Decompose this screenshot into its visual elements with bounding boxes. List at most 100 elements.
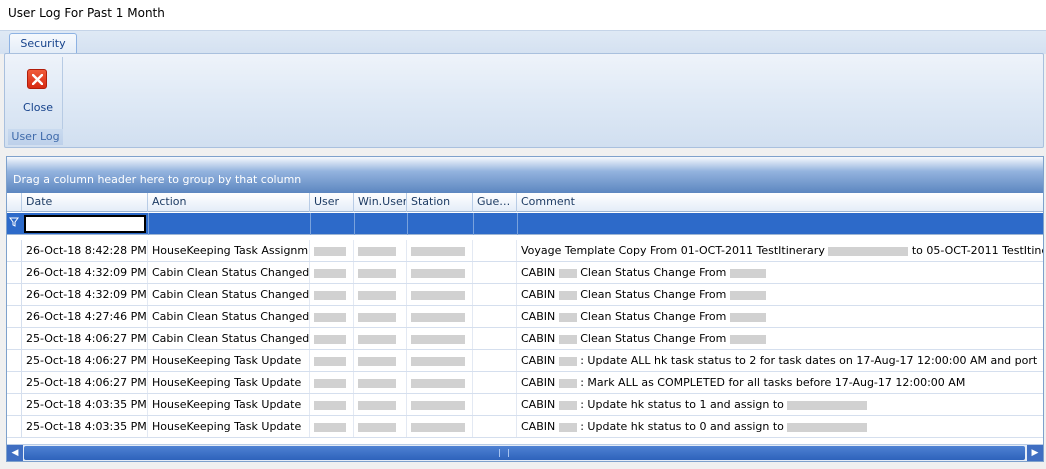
scroll-grip-icon [499, 449, 509, 457]
row-indicator [7, 306, 22, 327]
column-header-action[interactable]: Action [148, 193, 310, 212]
cell-win-user-redacted [354, 350, 407, 371]
column-header-date[interactable]: Date [22, 193, 148, 212]
column-header-station[interactable]: Station [407, 193, 473, 212]
cell-guest [473, 416, 517, 437]
comment-text: CABIN [521, 288, 556, 301]
cell-user-redacted [310, 262, 354, 283]
column-header-comment[interactable]: Comment [517, 193, 1043, 212]
scroll-left-arrow-icon[interactable]: ◀ [7, 445, 23, 461]
horizontal-scrollbar[interactable]: ◀ ▶ [7, 444, 1043, 461]
cell-action: Cabin Clean Status Changed [148, 284, 310, 305]
cell-user-redacted [310, 328, 354, 349]
ribbon-tab-strip: Security [0, 30, 1046, 56]
cell-date: 25-Oct-18 4:03:35 PM [22, 394, 148, 415]
filter-cell-action[interactable] [148, 213, 149, 235]
ribbon-group-label: User Log [8, 129, 63, 145]
cell-win-user-redacted [354, 328, 407, 349]
table-row[interactable]: 25-Oct-18 4:06:27 PM Cabin Clean Status … [7, 328, 1043, 350]
cell-date: 26-Oct-18 4:27:46 PM [22, 306, 148, 327]
comment-text: CABIN [521, 310, 556, 323]
cell-comment: CABIN Clean Status Change From [517, 262, 1043, 283]
cell-action: Cabin Clean Status Changed [148, 262, 310, 283]
cell-win-user-redacted [354, 416, 407, 437]
comment-text-tail: Clean Status Change From [580, 288, 727, 301]
filter-cell-user[interactable] [310, 213, 311, 235]
filter-cell-win-user[interactable] [354, 213, 355, 235]
table-row[interactable]: 25-Oct-18 4:06:27 PM HouseKeeping Task U… [7, 350, 1043, 372]
close-button[interactable]: Close [18, 67, 56, 127]
cell-station-redacted [407, 372, 473, 393]
ribbon-group-user-log: Close User Log [8, 57, 63, 145]
row-indicator [7, 372, 22, 393]
table-row[interactable]: 26-Oct-18 4:32:09 PM Cabin Clean Status … [7, 284, 1043, 306]
table-row[interactable]: 25-Oct-18 4:03:35 PM HouseKeeping Task U… [7, 394, 1043, 416]
date-filter-input[interactable] [24, 215, 146, 233]
cell-guest [473, 262, 517, 283]
cell-user-redacted [310, 240, 354, 261]
cell-user-redacted [310, 372, 354, 393]
cell-station-redacted [407, 306, 473, 327]
comment-text: CABIN [521, 398, 556, 411]
filter-icon[interactable] [9, 216, 20, 230]
comment-text-tail: Clean Status Change From [580, 310, 727, 323]
cell-win-user-redacted [354, 262, 407, 283]
row-indicator [7, 350, 22, 371]
close-icon [27, 69, 47, 89]
cell-action: HouseKeeping Task Update [148, 394, 310, 415]
cell-action: HouseKeeping Task Update [148, 416, 310, 437]
user-log-grid: Drag a column header here to group by th… [6, 156, 1044, 462]
filter-cell-station[interactable] [407, 213, 408, 235]
filter-cell-guest[interactable] [473, 213, 474, 235]
cell-comment: CABIN Clean Status Change From [517, 306, 1043, 327]
cell-win-user-redacted [354, 306, 407, 327]
cell-win-user-redacted [354, 394, 407, 415]
table-row[interactable]: 25-Oct-18 4:06:27 PM HouseKeeping Task U… [7, 372, 1043, 394]
cell-comment: Voyage Template Copy From 01-OCT-2011 Te… [517, 240, 1043, 261]
table-row[interactable]: 26-Oct-18 4:27:46 PM Cabin Clean Status … [7, 306, 1043, 328]
filter-cell-comment[interactable] [517, 213, 518, 235]
row-indicator [7, 284, 22, 305]
cell-station-redacted [407, 284, 473, 305]
scroll-right-arrow-icon[interactable]: ▶ [1027, 445, 1043, 461]
comment-text: CABIN [521, 376, 556, 389]
table-row[interactable]: 26-Oct-18 8:42:28 PM HouseKeeping Task A… [7, 240, 1043, 262]
cell-win-user-redacted [354, 240, 407, 261]
cell-user-redacted [310, 284, 354, 305]
cell-action: HouseKeeping Task Update [148, 350, 310, 371]
cell-station-redacted [407, 416, 473, 437]
cell-station-redacted [407, 240, 473, 261]
cell-action: Cabin Clean Status Changed [148, 328, 310, 349]
cell-station-redacted [407, 350, 473, 371]
cell-date: 25-Oct-18 4:06:27 PM [22, 328, 148, 349]
cell-comment: CABIN : Update hk status to 1 and assign… [517, 394, 1043, 415]
cell-guest [473, 394, 517, 415]
ribbon-panel: Close User Log [4, 53, 1044, 148]
column-header-user[interactable]: User [310, 193, 354, 212]
cell-action: HouseKeeping Task Update [148, 372, 310, 393]
comment-text: Voyage Template Copy From 01-OCT-2011 Te… [521, 244, 825, 257]
cell-station-redacted [407, 394, 473, 415]
column-header-win-user[interactable]: Win.User [354, 193, 407, 212]
cell-win-user-redacted [354, 284, 407, 305]
cell-date: 26-Oct-18 4:32:09 PM [22, 262, 148, 283]
row-indicator-header [7, 193, 22, 212]
cell-comment: CABIN Clean Status Change From [517, 328, 1043, 349]
table-row[interactable]: 25-Oct-18 4:03:35 PM HouseKeeping Task U… [7, 416, 1043, 438]
row-indicator [7, 262, 22, 283]
cell-action: HouseKeeping Task Assignm… [148, 240, 310, 261]
cell-user-redacted [310, 394, 354, 415]
scroll-thumb[interactable] [24, 446, 1025, 460]
table-row[interactable]: 26-Oct-18 4:32:09 PM Cabin Clean Status … [7, 262, 1043, 284]
comment-text: CABIN [521, 332, 556, 345]
cell-date: 25-Oct-18 4:06:27 PM [22, 350, 148, 371]
cell-date: 26-Oct-18 8:42:28 PM [22, 240, 148, 261]
cell-date: 26-Oct-18 4:32:09 PM [22, 284, 148, 305]
comment-text-tail: Clean Status Change From [580, 332, 727, 345]
cell-station-redacted [407, 262, 473, 283]
window-titlebar: User Log For Past 1 Month [0, 0, 1046, 30]
cell-comment: CABIN : Update ALL hk task status to 2 f… [517, 350, 1043, 371]
column-header-guest[interactable]: Gue… [473, 193, 517, 212]
filter-row [7, 213, 1043, 235]
group-by-panel[interactable]: Drag a column header here to group by th… [7, 157, 1043, 193]
